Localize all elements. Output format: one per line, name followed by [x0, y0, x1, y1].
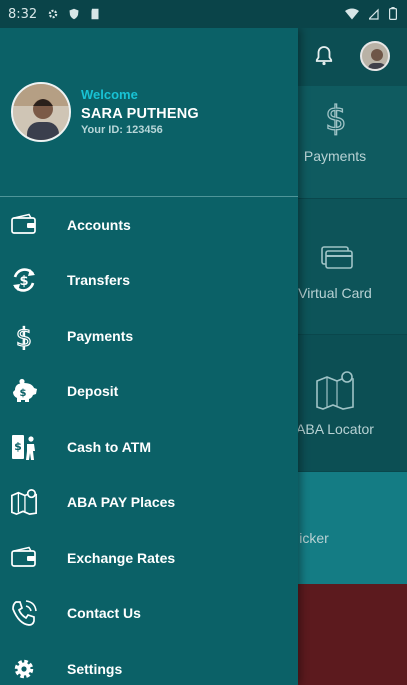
bell-icon[interactable] — [312, 44, 336, 68]
menu-item-deposit[interactable]: $ Deposit — [0, 364, 298, 420]
menu-label-aba-pay-places: ABA PAY Places — [67, 494, 176, 511]
shield-status-icon — [69, 8, 79, 20]
svg-text:$: $ — [19, 274, 28, 289]
status-time: 8:32 — [8, 6, 38, 22]
drawer-menu: Accounts $ Transfers $ Payments $ Deposi… — [0, 197, 298, 685]
menu-label-deposit: Deposit — [67, 383, 119, 400]
menu-item-transfers[interactable]: $ Transfers — [0, 253, 298, 309]
settings-status-icon — [48, 9, 58, 19]
sd-card-status-icon — [91, 8, 99, 20]
signal-icon — [369, 8, 379, 20]
menu-item-contact-us[interactable]: Contact Us — [0, 586, 298, 642]
wifi-icon — [345, 8, 359, 19]
transfer-icon: $ — [10, 266, 38, 294]
navigation-drawer: Welcome SARA PUTHENG Your ID: 123456 Acc… — [0, 28, 298, 685]
user-name: SARA PUTHENG — [81, 106, 199, 122]
atm-icon: $ — [10, 433, 38, 461]
menu-label-contact-us: Contact Us — [67, 605, 141, 622]
welcome-text: Welcome — [81, 87, 138, 102]
status-bar: 8:32 — [0, 0, 407, 28]
map-pin-icon — [10, 488, 38, 516]
dollar-icon: $ — [325, 100, 348, 136]
svg-text:$: $ — [16, 323, 33, 350]
phone-icon — [10, 599, 38, 627]
menu-item-accounts[interactable]: Accounts — [0, 197, 298, 253]
menu-label-settings: Settings — [67, 660, 123, 677]
wallet-icon — [10, 544, 38, 572]
menu-item-aba-pay-places[interactable]: ABA PAY Places — [0, 475, 298, 531]
menu-label-cash-to-atm: Cash to ATM — [67, 438, 151, 455]
dollar-icon: $ — [10, 322, 38, 350]
avatar[interactable] — [360, 41, 390, 71]
menu-label-payments: Payments — [67, 327, 134, 344]
menu-item-settings[interactable]: Settings — [0, 641, 298, 685]
gear-icon — [10, 655, 38, 683]
wallet-icon — [10, 211, 38, 239]
menu-label-accounts: Accounts — [67, 216, 131, 233]
piggy-bank-icon: $ — [10, 377, 38, 405]
profile-header: Welcome SARA PUTHENG Your ID: 123456 — [0, 28, 298, 196]
svg-text:$: $ — [325, 100, 347, 136]
menu-item-exchange-rates[interactable]: Exchange Rates — [0, 530, 298, 586]
menu-label-transfers: Transfers — [67, 272, 131, 289]
map-pin-icon — [316, 371, 354, 410]
battery-icon — [389, 7, 397, 20]
user-id: Your ID: 123456 — [81, 124, 163, 136]
card-icon — [321, 246, 353, 269]
menu-item-cash-to-atm[interactable]: $ Cash to ATM — [0, 419, 298, 475]
menu-label-exchange-rates: Exchange Rates — [67, 549, 176, 566]
svg-text:$: $ — [14, 440, 22, 453]
menu-item-payments[interactable]: $ Payments — [0, 308, 298, 364]
svg-text:$: $ — [20, 388, 27, 399]
profile-avatar[interactable] — [11, 82, 71, 142]
